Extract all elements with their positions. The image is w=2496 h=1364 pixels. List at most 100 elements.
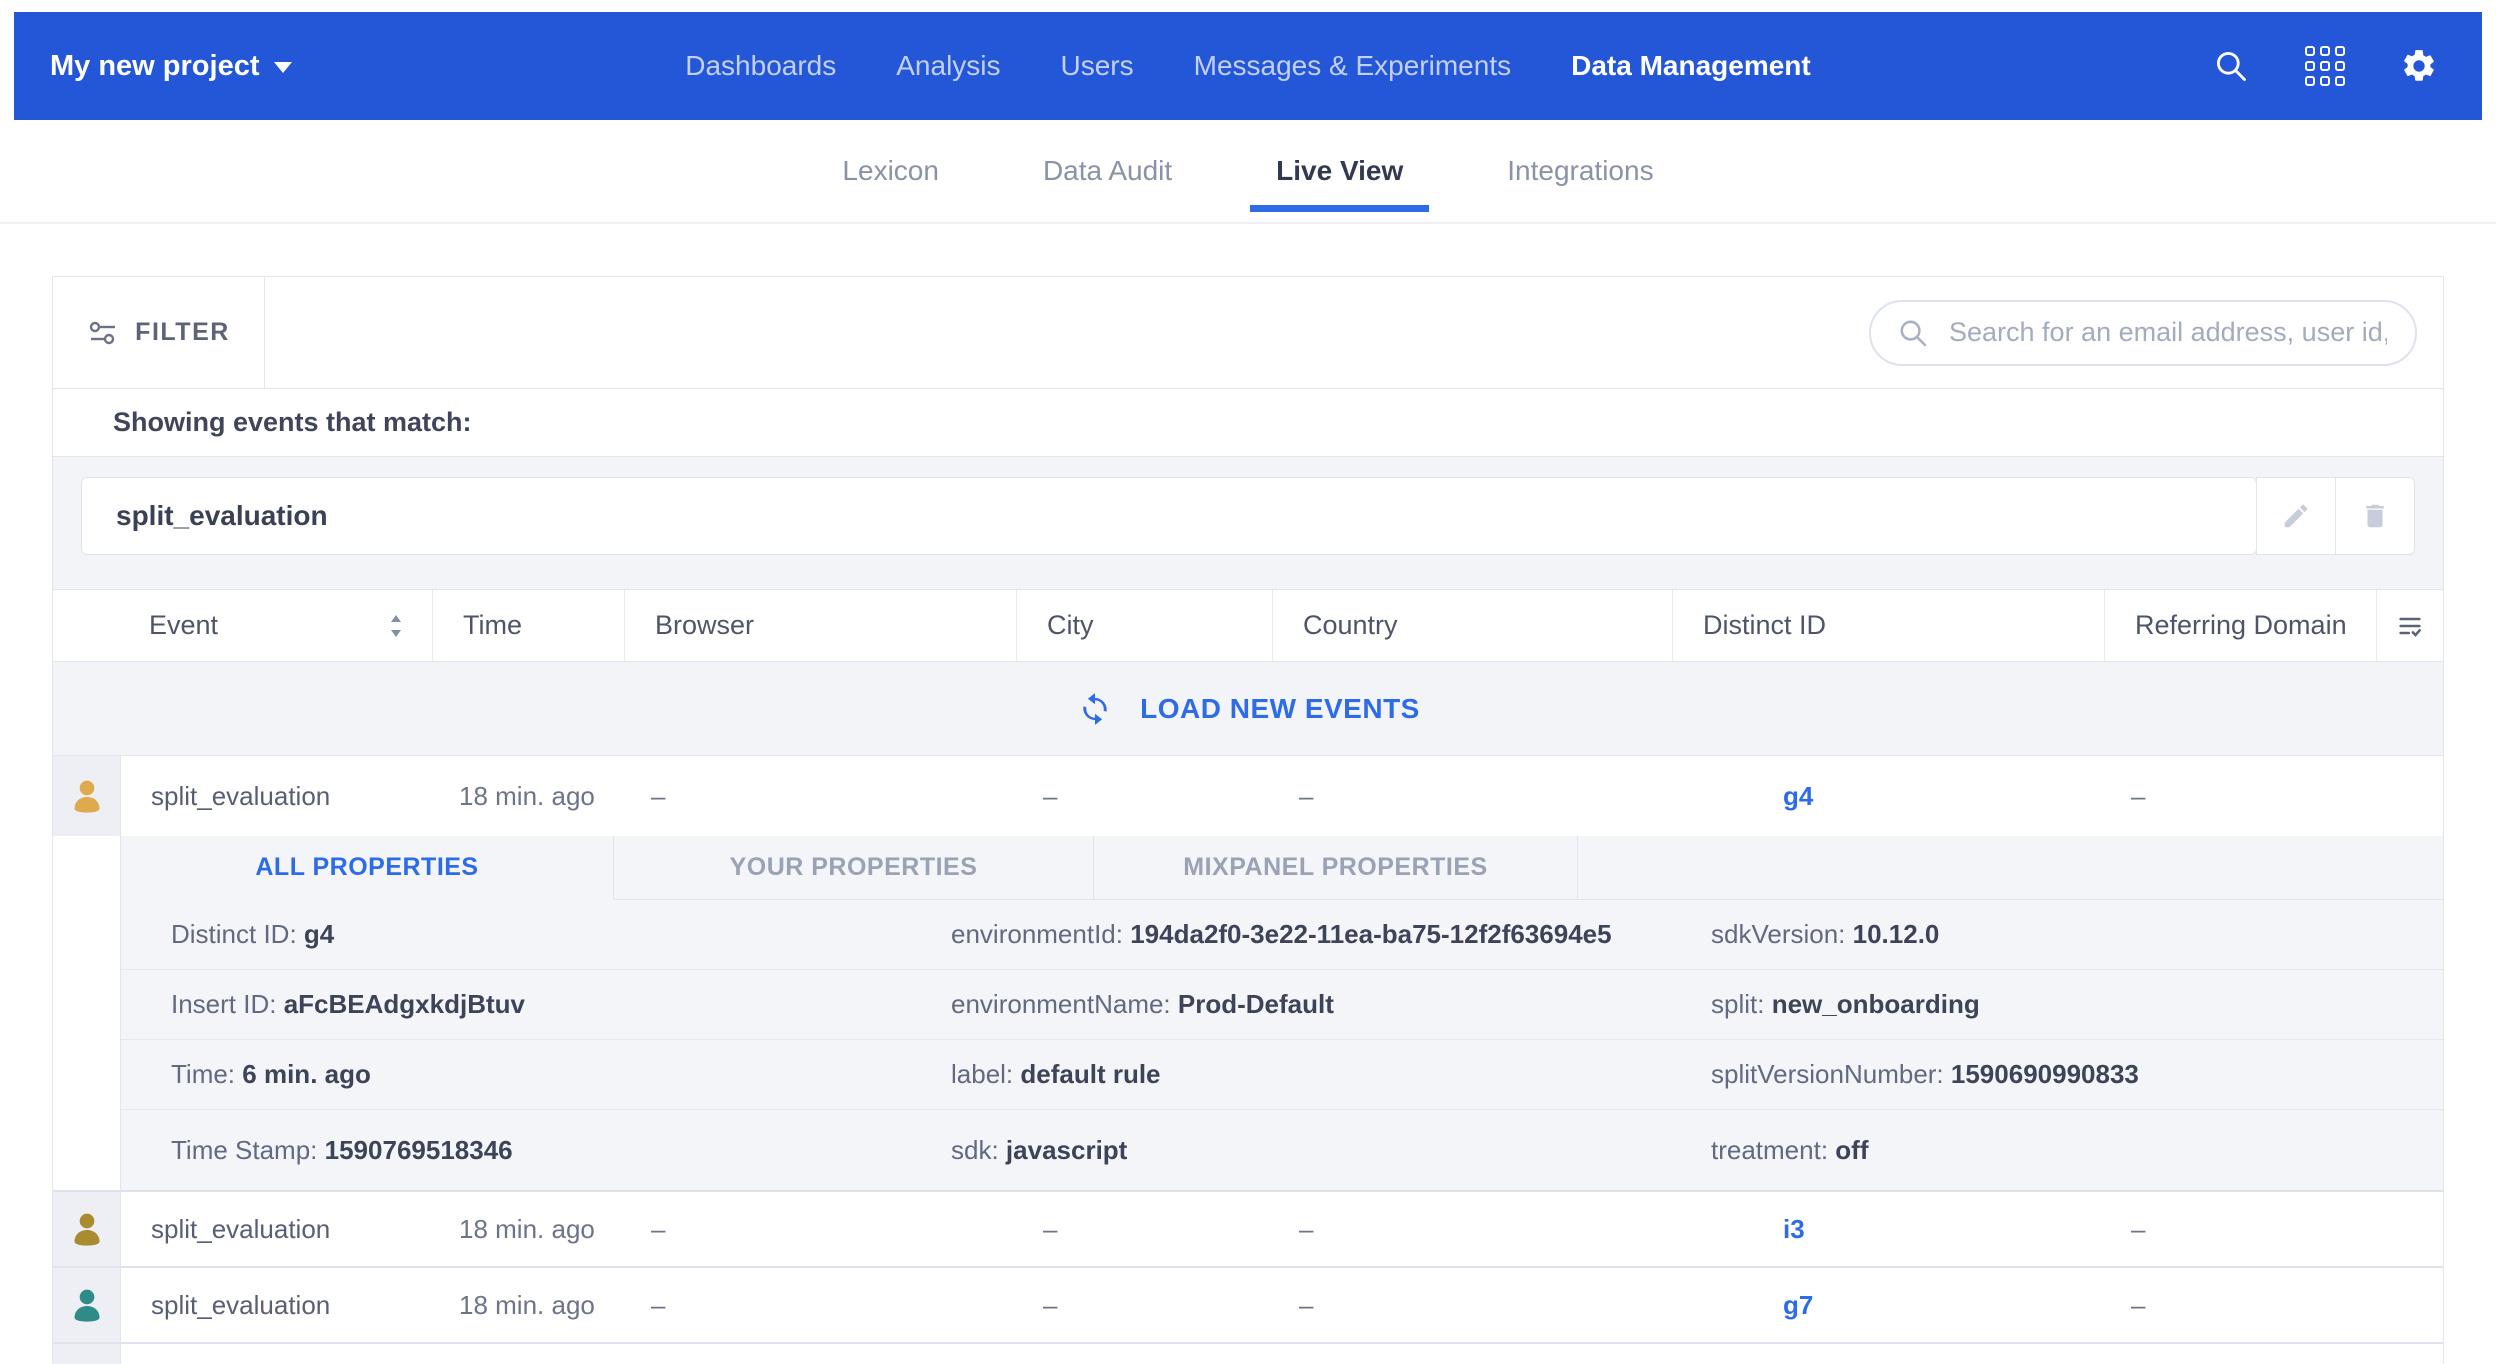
nav-item-data-management[interactable]: Data Management	[1571, 50, 1811, 82]
cell-event-name: split_evaluation	[121, 1192, 433, 1266]
tab-mixpanel-properties[interactable]: MIXPANEL PROPERTIES	[1094, 836, 1578, 900]
refresh-icon	[1076, 690, 1114, 728]
column-header-browser[interactable]: Browser	[625, 590, 1017, 661]
cell-country: –	[1273, 756, 1673, 836]
property-value: 6 min. ago	[242, 1059, 371, 1089]
property-value: javascript	[1006, 1135, 1127, 1165]
avatar	[53, 1268, 121, 1342]
cell-city: –	[1017, 1192, 1273, 1266]
trash-icon	[2360, 501, 2390, 531]
event-row[interactable]: split_evaluation 18 min. ago – – – g7 –	[53, 1268, 2443, 1344]
person-icon	[67, 1285, 107, 1325]
tab-live-view[interactable]: Live View	[1262, 120, 1417, 222]
cell-referring-domain: –	[2105, 1268, 2377, 1342]
cell-city: –	[1017, 756, 1273, 836]
delete-filter-button[interactable]	[2335, 477, 2415, 555]
property-label: environmentName:	[951, 989, 1171, 1019]
tab-lexicon[interactable]: Lexicon	[828, 120, 953, 222]
avatar	[53, 1192, 121, 1266]
cell-browser: –	[625, 1268, 1017, 1342]
tab-all-properties[interactable]: ALL PROPERTIES	[121, 836, 614, 900]
event-row[interactable]: split_evaluation 18 min. ago – – – i3 –	[53, 1192, 2443, 1268]
event-row-partial	[53, 1344, 2443, 1364]
column-header-distinct-id[interactable]: Distinct ID	[1673, 590, 2105, 661]
tab-your-properties[interactable]: YOUR PROPERTIES	[614, 836, 1094, 900]
property-row: Time Stamp: 1590769518346 sdk: javascrip…	[121, 1110, 2443, 1190]
property-label: label:	[951, 1059, 1013, 1089]
property-label: Time Stamp:	[171, 1135, 317, 1165]
cell-time: 18 min. ago	[433, 1192, 625, 1266]
sort-icon[interactable]	[386, 613, 406, 639]
property-label: Insert ID:	[171, 989, 276, 1019]
person-icon	[67, 1209, 107, 1249]
nav-item-dashboards[interactable]: Dashboards	[685, 50, 836, 82]
property-value: 194da2f0-3e22-11ea-ba75-12f2f63694e5	[1130, 919, 1611, 949]
apps-grid-icon[interactable]	[2306, 47, 2344, 85]
avatar	[53, 756, 121, 836]
distinct-id-link[interactable]: g4	[1783, 781, 1813, 812]
nav-center: Dashboards Analysis Users Messages & Exp…	[685, 12, 1810, 120]
property-label: sdk:	[951, 1135, 999, 1165]
column-header-time[interactable]: Time	[433, 590, 625, 661]
cell-city: –	[1017, 1268, 1273, 1342]
property-label: Time:	[171, 1059, 235, 1089]
project-name: My new project	[50, 50, 260, 83]
property-label: Distinct ID:	[171, 919, 297, 949]
property-row: Distinct ID: g4 environmentId: 194da2f0-…	[121, 900, 2443, 970]
cell-browser: –	[625, 756, 1017, 836]
property-value: aFcBEAdgxkdjBtuv	[284, 989, 525, 1019]
filter-label: FILTER	[135, 318, 230, 347]
search-icon[interactable]	[2212, 47, 2250, 85]
property-row: Insert ID: aFcBEAdgxkdjBtuv environmentN…	[121, 970, 2443, 1040]
cell-referring-domain: –	[2105, 756, 2377, 836]
cell-spacer	[2377, 1268, 2443, 1342]
pencil-icon	[2281, 501, 2311, 531]
nav-right-icons	[2212, 47, 2438, 85]
nav-item-users[interactable]: Users	[1061, 50, 1134, 82]
column-header-event[interactable]: Event	[53, 590, 433, 661]
event-query-section: split_evaluation	[53, 457, 2443, 590]
distinct-id-link[interactable]: g7	[1783, 1290, 1813, 1321]
search-icon	[1897, 317, 1929, 349]
nav-item-analysis[interactable]: Analysis	[896, 50, 1000, 82]
search-input[interactable]	[1947, 316, 2389, 349]
cell-event-name: split_evaluation	[121, 756, 433, 836]
data-management-subnav: Lexicon Data Audit Live View Integration…	[0, 120, 2496, 224]
user-search-box[interactable]	[1869, 300, 2417, 366]
column-config-icon	[2395, 612, 2425, 640]
events-table-header: Event Time Browser City Country Distinct…	[53, 590, 2443, 662]
column-header-city[interactable]: City	[1017, 590, 1273, 661]
tab-data-audit[interactable]: Data Audit	[1029, 120, 1186, 222]
filter-row: FILTER	[53, 277, 2443, 389]
column-header-country[interactable]: Country	[1273, 590, 1673, 661]
nav-item-messages-experiments[interactable]: Messages & Experiments	[1194, 50, 1511, 82]
edit-filter-button[interactable]	[2256, 477, 2336, 555]
load-new-events-label: LOAD NEW EVENTS	[1140, 693, 1420, 725]
project-selector[interactable]: My new project	[50, 50, 292, 83]
property-row: Time: 6 min. ago label: default rule spl…	[121, 1040, 2443, 1110]
load-new-events-button[interactable]: LOAD NEW EVENTS	[53, 662, 2443, 756]
cell-country: –	[1273, 1192, 1673, 1266]
event-filter-value[interactable]: split_evaluation	[81, 477, 2257, 555]
property-label: treatment:	[1711, 1135, 1828, 1165]
event-row[interactable]: split_evaluation 18 min. ago – – – g4 –	[53, 756, 2443, 836]
gear-icon[interactable]	[2400, 47, 2438, 85]
cell-spacer	[2377, 1192, 2443, 1266]
property-value-link[interactable]: g4	[304, 919, 334, 949]
distinct-id-link[interactable]: i3	[1783, 1214, 1805, 1245]
live-view-panel: FILTER Showing events that match: split_…	[52, 276, 2444, 1364]
chevron-down-icon	[274, 62, 292, 73]
tab-integrations[interactable]: Integrations	[1493, 120, 1667, 222]
column-header-referring-domain[interactable]: Referring Domain	[2105, 590, 2377, 661]
cell-event-name: split_evaluation	[121, 1268, 433, 1342]
property-label: sdkVersion:	[1711, 919, 1845, 949]
property-value: new_onboarding	[1772, 989, 1980, 1019]
column-settings-button[interactable]	[2377, 590, 2443, 661]
filter-button[interactable]: FILTER	[53, 277, 265, 388]
property-label: split:	[1711, 989, 1764, 1019]
panel-gutter	[53, 836, 121, 1190]
property-value: default rule	[1020, 1059, 1160, 1089]
property-label: environmentId:	[951, 919, 1123, 949]
person-icon	[67, 776, 107, 816]
cell-referring-domain: –	[2105, 1192, 2377, 1266]
